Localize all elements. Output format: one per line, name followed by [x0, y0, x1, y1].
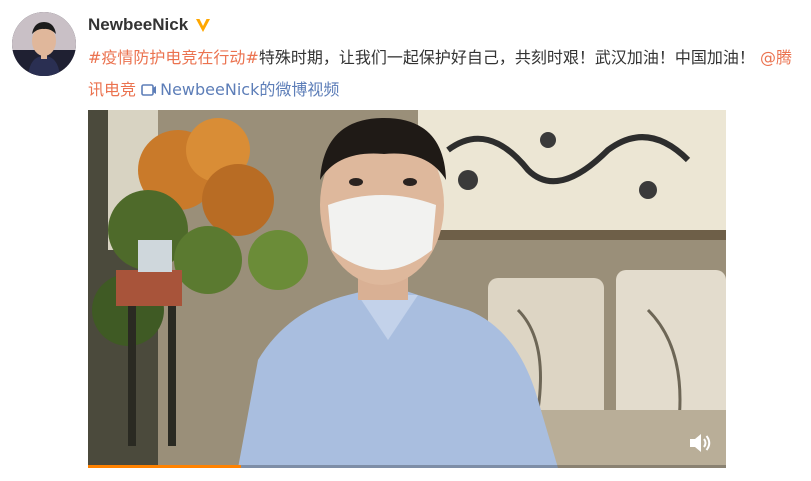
verified-badge-icon [194, 16, 212, 34]
post-content: #疫情防护电竞在行动#特殊时期，让我们一起保护好自己，共刻时艰！武汉加油！中国加… [88, 42, 800, 108]
username-link[interactable]: NewbeeNick [88, 15, 188, 35]
video-progress-fill [88, 465, 242, 468]
video-link[interactable]: NewbeeNick的微博视频 [141, 80, 339, 99]
video-frame [88, 110, 726, 468]
hashtag-link[interactable]: #疫情防护电竞在行动# [88, 48, 259, 67]
video-link-text: NewbeeNick的微博视频 [160, 80, 340, 99]
avatar-image [12, 12, 76, 76]
video-camera-icon [141, 76, 157, 108]
video-player[interactable] [88, 110, 726, 468]
post-author: NewbeeNick [88, 14, 212, 36]
user-avatar[interactable] [12, 12, 76, 76]
volume-icon[interactable] [688, 432, 712, 454]
post-body-text: 特殊时期，让我们一起保护好自己，共刻时艰！武汉加油！中国加油！ [258, 48, 755, 67]
